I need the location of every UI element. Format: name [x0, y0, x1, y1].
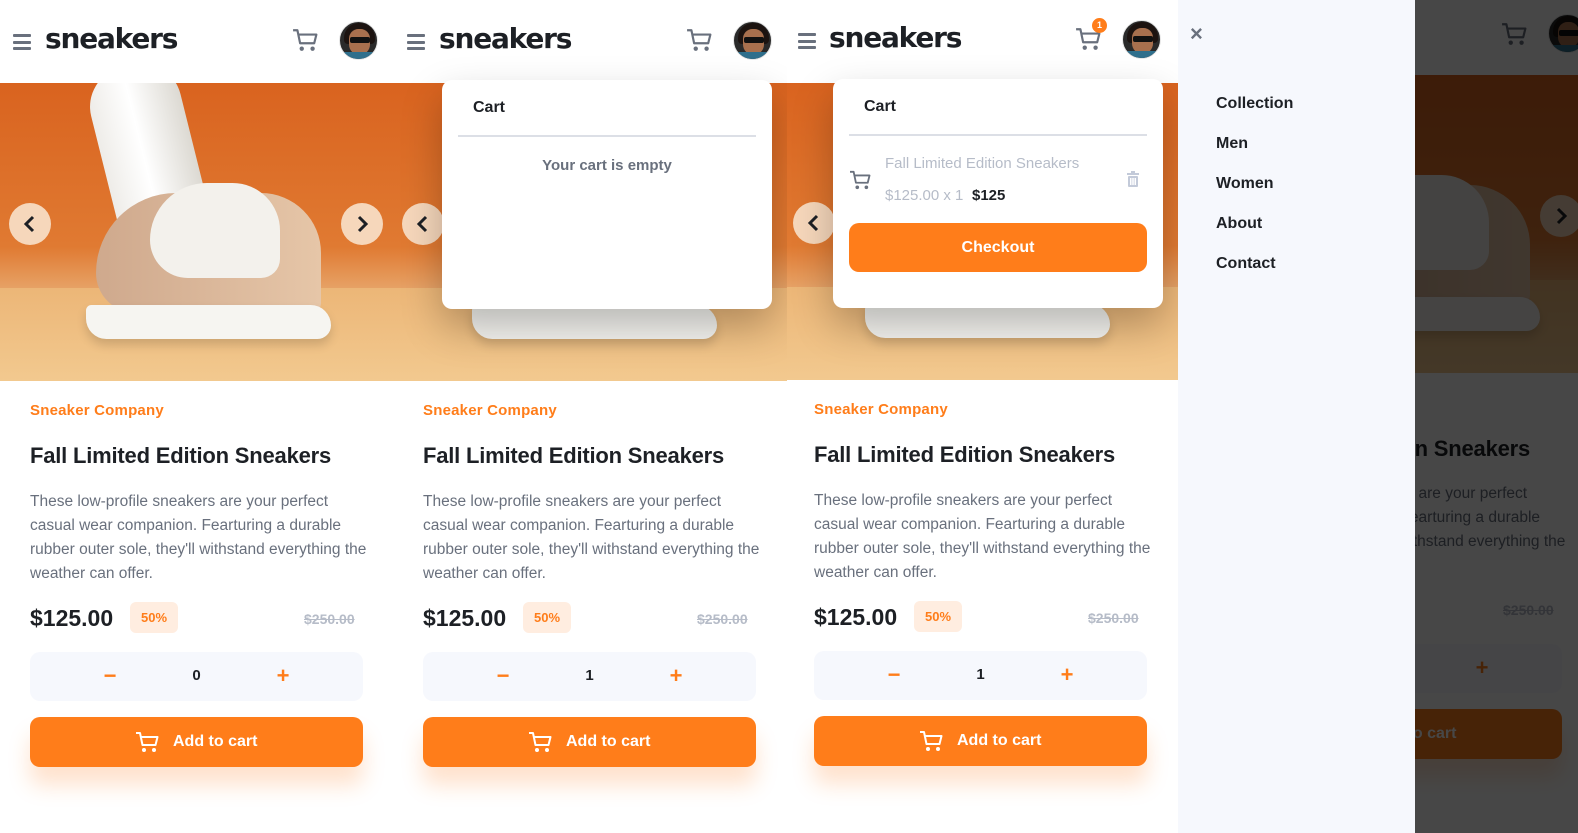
original-price: $250.00: [697, 611, 748, 627]
cart-icon[interactable]: 1: [1075, 18, 1107, 51]
product-title: Fall Limited Edition Sneakers: [30, 443, 332, 468]
add-to-cart-button[interactable]: Add to cart: [423, 717, 756, 767]
company-name: Sneaker Company: [30, 402, 164, 419]
cart-icon[interactable]: [292, 28, 318, 52]
company-name: Sneaker Company: [814, 401, 948, 418]
product-page-panel-3: sneakers 1 Cart Fall Limited Edition Sne…: [787, 0, 1178, 833]
quantity-value: 0: [192, 667, 201, 684]
logo: sneakers: [829, 21, 962, 54]
current-price: $125.00: [30, 605, 114, 631]
add-to-cart-label: Add to cart: [173, 733, 258, 750]
header: sneakers: [0, 0, 394, 83]
product-description: These low-profile sneakers are your perf…: [30, 493, 367, 582]
nav-item-women[interactable]: Women: [1216, 175, 1273, 193]
quantity-value: 1: [585, 667, 594, 684]
trash-icon[interactable]: [1126, 171, 1140, 187]
side-navigation: × Collection Men Women About Contact: [1178, 0, 1415, 833]
increase-quantity-button[interactable]: +: [268, 662, 298, 692]
cart-item-total: $125: [972, 187, 1006, 204]
increase-quantity-button[interactable]: +: [1052, 661, 1082, 691]
cart-title: Cart: [473, 99, 506, 116]
cart-icon: [919, 730, 943, 752]
next-image-button[interactable]: [341, 203, 383, 245]
current-price: $125.00: [423, 605, 507, 631]
hamburger-icon[interactable]: [13, 34, 31, 50]
avatar[interactable]: [733, 21, 772, 60]
previous-image-button[interactable]: [793, 202, 835, 244]
quantity-stepper: − 0 +: [30, 652, 363, 701]
quantity-value: 1: [976, 666, 985, 683]
cart-empty-message: Your cart is empty: [542, 157, 672, 174]
increase-quantity-button[interactable]: +: [661, 662, 691, 692]
company-name: Sneaker Company: [423, 402, 557, 419]
divider: [849, 134, 1147, 136]
add-to-cart-button[interactable]: Add to cart: [30, 717, 363, 767]
nav-item-about[interactable]: About: [1216, 215, 1262, 233]
product-title: Fall Limited Edition Sneakers: [423, 443, 725, 468]
product-page-panel-2: sneakers Cart Your cart is empty Sneaker…: [394, 0, 787, 833]
avatar[interactable]: [1122, 20, 1161, 59]
hamburger-icon[interactable]: [407, 34, 425, 50]
cart-icon: [135, 731, 159, 753]
cart-title: Cart: [864, 98, 897, 115]
discount-badge: 50%: [130, 602, 178, 633]
mobile-menu-panel: × Collection Men Women About Contact F: [1178, 0, 1578, 833]
header: sneakers: [394, 0, 787, 83]
cart-item-calculation: $125.00 x 1: [885, 187, 964, 204]
hamburger-icon[interactable]: [798, 33, 816, 49]
cart-item-name: Fall Limited Edition Sneakers: [885, 155, 1080, 172]
current-price: $125.00: [814, 604, 898, 630]
original-price: $250.00: [1088, 610, 1139, 626]
quantity-stepper: − 1 +: [814, 651, 1147, 700]
product-description: These low-profile sneakers are your perf…: [814, 492, 1151, 581]
cart-item-thumbnail-icon: [849, 170, 871, 190]
nav-item-collection[interactable]: Collection: [1216, 95, 1293, 113]
quantity-stepper: − 1 +: [423, 652, 756, 701]
discount-badge: 50%: [914, 601, 962, 632]
checkout-button[interactable]: Checkout: [849, 223, 1147, 272]
divider: [458, 135, 756, 137]
modal-overlay[interactable]: [1415, 0, 1578, 833]
previous-image-button[interactable]: [402, 203, 444, 245]
add-to-cart-label: Add to cart: [957, 732, 1042, 749]
product-title: Fall Limited Edition Sneakers: [814, 442, 1116, 467]
cart-icon[interactable]: [686, 28, 712, 52]
chevron-right-icon: [357, 215, 369, 233]
chevron-left-icon: [23, 215, 35, 233]
nav-item-contact[interactable]: Contact: [1216, 255, 1276, 273]
previous-image-button[interactable]: [9, 203, 51, 245]
chevron-left-icon: [807, 214, 819, 232]
logo: sneakers: [439, 22, 572, 55]
original-price: $250.00: [304, 611, 355, 627]
avatar[interactable]: [339, 21, 378, 60]
add-to-cart-label: Add to cart: [566, 733, 651, 750]
product-description: These low-profile sneakers are your perf…: [423, 493, 760, 582]
cart-icon: [528, 731, 552, 753]
chevron-left-icon: [416, 215, 428, 233]
product-page-panel-1: sneakers Sneaker Company Fall Limited Ed…: [0, 0, 394, 833]
nav-item-men[interactable]: Men: [1216, 135, 1248, 153]
product-image: [0, 83, 394, 381]
cart-count-badge: 1: [1092, 18, 1107, 33]
close-icon[interactable]: ×: [1190, 23, 1203, 45]
cart-dropdown: Cart Fall Limited Edition Sneakers $125.…: [833, 79, 1163, 308]
add-to-cart-button[interactable]: Add to cart: [814, 716, 1147, 766]
cart-dropdown: Cart Your cart is empty: [442, 80, 772, 309]
discount-badge: 50%: [523, 602, 571, 633]
logo: sneakers: [45, 22, 178, 55]
header: sneakers 1: [787, 0, 1178, 83]
